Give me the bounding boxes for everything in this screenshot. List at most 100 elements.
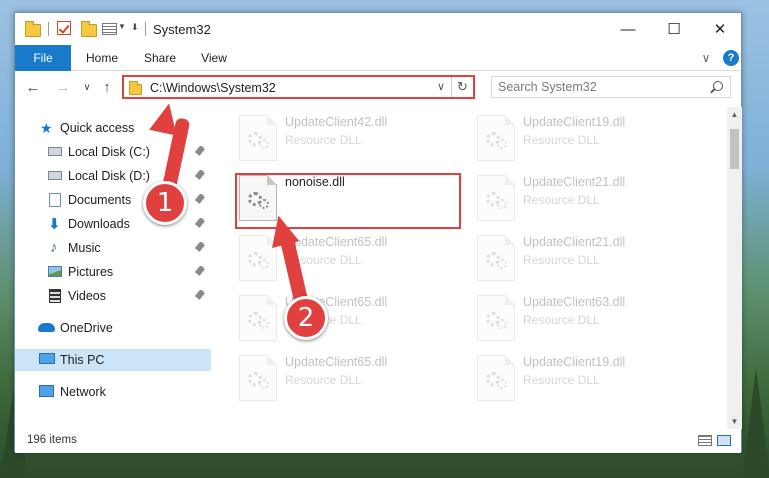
details-view-icon[interactable]: [698, 435, 712, 446]
expand-ribbon-icon[interactable]: ∨: [697, 45, 715, 71]
drive-icon: [48, 147, 62, 156]
tab-share[interactable]: Share: [135, 45, 185, 71]
computer-icon: [39, 353, 55, 364]
drive-icon: [48, 171, 62, 180]
navigation-bar: ← → ∨ ↑ C:\Windows\System32 ∨ ↻ Search S…: [15, 72, 741, 106]
file-name: UpdateClient19.dll: [523, 355, 626, 369]
help-icon[interactable]: ?: [723, 50, 739, 66]
dll-file-icon: [477, 175, 515, 221]
videos-icon: [49, 289, 61, 303]
dll-file-icon: [477, 295, 515, 341]
pin-icon[interactable]: [194, 265, 206, 276]
sidebar-item-label: Local Disk (D:): [68, 169, 150, 183]
pin-icon[interactable]: [194, 217, 206, 228]
dll-file-icon: [239, 295, 277, 341]
tab-home[interactable]: Home: [77, 45, 127, 71]
sidebar-item-music[interactable]: ♪ Music: [15, 237, 211, 259]
forward-arrow-icon[interactable]: →: [55, 80, 71, 96]
folder-icon: [129, 81, 142, 95]
file-description: Resource DLL: [523, 313, 600, 327]
pin-icon[interactable]: [194, 241, 206, 252]
sidebar-item-network[interactable]: Network: [15, 381, 211, 403]
item-count: 196 items: [27, 434, 77, 446]
minimize-button[interactable]: —: [605, 13, 651, 45]
maximize-button[interactable]: ☐: [651, 13, 697, 45]
list-item[interactable]: UpdateClient21.dll Resource DLL: [473, 171, 703, 229]
step-badge-1: 1: [143, 181, 187, 225]
sidebar-item-label: Downloads: [68, 217, 130, 231]
scroll-up-icon[interactable]: ▲: [727, 107, 742, 122]
file-name: UpdateClient65.dll: [285, 235, 388, 249]
search-input[interactable]: Search System32: [491, 76, 731, 98]
sidebar-item-label: Pictures: [68, 265, 114, 279]
file-name: UpdateClient65.dll: [285, 355, 388, 369]
refresh-icon[interactable]: ↻: [451, 77, 473, 97]
recent-locations-icon[interactable]: ∨: [79, 80, 95, 96]
list-item[interactable]: UpdateClient63.dll Resource DLL: [473, 291, 703, 349]
file-name: UpdateClient42.dll: [285, 115, 388, 129]
music-icon: ♪: [50, 239, 58, 256]
sidebar-item-label: OneDrive: [60, 321, 113, 335]
new-folder-icon[interactable]: [81, 21, 97, 37]
sidebar-item-pictures[interactable]: Pictures: [15, 261, 211, 283]
list-item[interactable]: UpdateClient42.dll Resource DLL: [235, 111, 465, 169]
separator: [48, 22, 49, 36]
sidebar-item-this-pc[interactable]: This PC: [15, 349, 211, 371]
search-icon[interactable]: [713, 81, 723, 91]
file-description: Resource DLL: [523, 373, 600, 387]
sidebar-item-local-disk-d[interactable]: Local Disk (D:): [15, 165, 211, 187]
chevron-down-icon[interactable]: ∨: [437, 80, 445, 93]
file-description: Resource DLL: [523, 253, 600, 267]
dll-file-icon: [477, 115, 515, 161]
sidebar-item-label: Videos: [68, 289, 106, 303]
documents-icon: [49, 193, 61, 207]
separator: [145, 22, 146, 36]
large-icons-view-icon[interactable]: [717, 435, 731, 446]
close-button[interactable]: ✕: [697, 13, 743, 45]
sidebar-item-label: Network: [60, 385, 106, 399]
file-name: UpdateClient63.dll: [523, 295, 626, 309]
list-item[interactable]: UpdateClient65.dll Resource DLL: [235, 351, 465, 409]
list-item[interactable]: UpdateClient21.dll Resource DLL: [473, 231, 703, 289]
address-path[interactable]: C:\Windows\System32: [150, 81, 276, 95]
file-description: Resource DLL: [285, 133, 362, 147]
vertical-scrollbar[interactable]: ▲ ▼: [727, 107, 742, 429]
pin-icon[interactable]: [194, 289, 206, 300]
pin-icon[interactable]: [194, 145, 206, 156]
properties-check-icon[interactable]: [57, 21, 71, 37]
file-name: UpdateClient19.dll: [523, 115, 626, 129]
pin-icon[interactable]: [194, 169, 206, 180]
sidebar-item-label: Local Disk (C:): [68, 145, 150, 159]
sidebar-item-onedrive[interactable]: OneDrive: [15, 317, 211, 339]
dll-file-icon: [239, 115, 277, 161]
ribbon-tabs: File Home Share View ∨ ?: [15, 45, 741, 71]
list-item[interactable]: UpdateClient19.dll Resource DLL: [473, 111, 703, 169]
address-bar[interactable]: C:\Windows\System32 ∨ ↻: [122, 75, 475, 99]
pin-icon[interactable]: [194, 193, 206, 204]
sidebar-item-videos[interactable]: Videos: [15, 285, 211, 307]
tree-decoration: [742, 368, 769, 478]
star-icon: ★: [40, 120, 53, 136]
tab-view[interactable]: View: [191, 45, 237, 71]
customize-toolbar-icon[interactable]: ⬇: [131, 22, 139, 38]
title-bar: ▼ ⬇ System32 — ☐ ✕: [15, 13, 741, 45]
folder-icon: [25, 21, 41, 37]
status-bar: 196 items: [15, 429, 741, 453]
list-item[interactable]: UpdateClient65.dll Resource DLL: [235, 291, 465, 349]
file-name: UpdateClient21.dll: [523, 175, 626, 189]
dll-file-icon: [477, 235, 515, 281]
properties-icon[interactable]: [102, 21, 117, 37]
dll-file-icon: [239, 355, 277, 401]
dll-file-icon: [477, 355, 515, 401]
up-arrow-icon[interactable]: ↑: [99, 80, 115, 96]
scrollbar-thumb[interactable]: [730, 129, 739, 169]
scroll-down-icon[interactable]: ▼: [727, 414, 742, 429]
file-description: Resource DLL: [523, 133, 600, 147]
list-item[interactable]: UpdateClient19.dll Resource DLL: [473, 351, 703, 409]
tab-file[interactable]: File: [15, 45, 71, 71]
download-icon: ⬇: [48, 216, 61, 233]
file-name: UpdateClient21.dll: [523, 235, 626, 249]
network-icon: [39, 385, 54, 397]
chevron-down-icon[interactable]: ▼: [118, 22, 126, 38]
back-arrow-icon[interactable]: ←: [25, 80, 41, 96]
